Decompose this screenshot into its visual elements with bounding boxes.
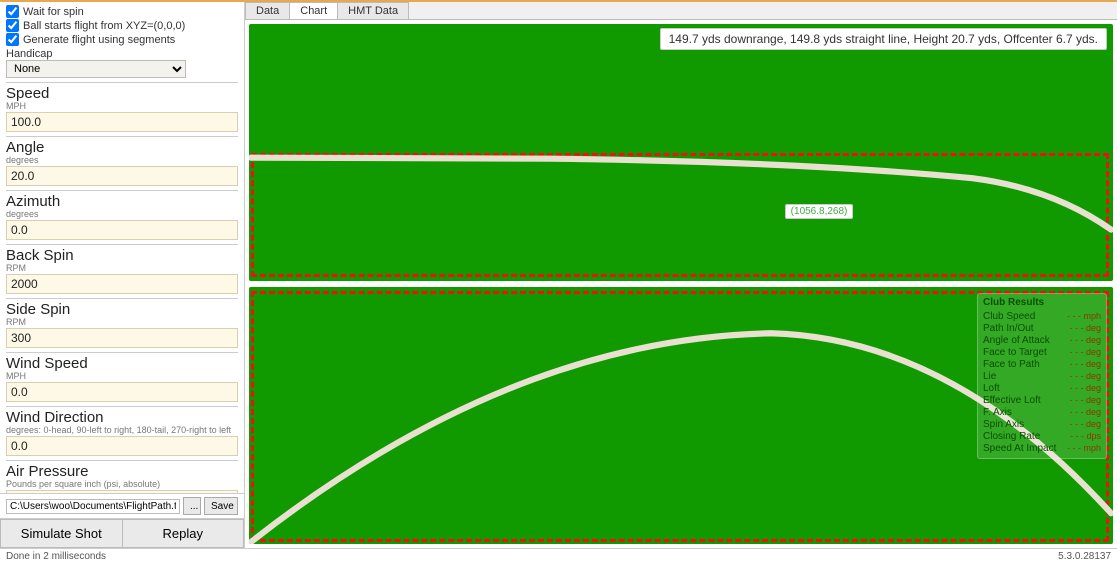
- speed-label: Speed: [6, 85, 238, 102]
- checkbox-wait-for-spin-label: Wait for spin: [23, 6, 84, 18]
- club-result-value: - - - deg: [1069, 335, 1101, 345]
- handicap-select[interactable]: None: [6, 60, 186, 78]
- top-chart-frame: [251, 153, 1109, 278]
- club-result-row: Club Speed - - - mph: [983, 311, 1101, 322]
- air-pressure-unit: Pounds per square inch (psi, absolute): [6, 479, 238, 489]
- checkbox-wait-for-spin[interactable]: Wait for spin: [6, 5, 238, 18]
- club-result-row: Face to Path - - - deg: [983, 359, 1101, 370]
- side-spin-input[interactable]: [6, 328, 238, 348]
- club-result-row: F. Axis - - - deg: [983, 407, 1101, 418]
- club-result-value: - - - mph: [1067, 311, 1101, 321]
- chart-top-view: 149.7 yds downrange, 149.8 yds straight …: [249, 24, 1113, 281]
- handicap-label: Handicap: [6, 48, 238, 60]
- club-result-row: Effective Loft - - - deg: [983, 395, 1101, 406]
- back-spin-label: Back Spin: [6, 247, 238, 264]
- checkbox-ball-starts-label: Ball starts flight from XYZ=(0,0,0): [23, 20, 185, 32]
- club-result-row: Face to Target - - - deg: [983, 347, 1101, 358]
- status-right: 5.3.0.28137: [1058, 551, 1111, 562]
- status-left: Done in 2 milliseconds: [6, 551, 106, 562]
- wind-speed-unit: MPH: [6, 371, 238, 381]
- back-spin-unit: RPM: [6, 263, 238, 273]
- club-result-label: Angle of Attack: [983, 335, 1050, 346]
- status-bar: Done in 2 milliseconds 5.3.0.28137: [0, 548, 1117, 564]
- browse-button[interactable]: ...: [183, 497, 201, 515]
- flightpath-file-input[interactable]: [6, 499, 180, 514]
- replay-button[interactable]: Replay: [123, 519, 245, 548]
- tab-chart[interactable]: Chart: [289, 2, 338, 19]
- club-result-row: Speed At Impact - - - mph: [983, 443, 1101, 454]
- chart-area: 149.7 yds downrange, 149.8 yds straight …: [245, 20, 1117, 548]
- checkbox-gen-segments[interactable]: Generate flight using segments: [6, 33, 238, 46]
- club-result-label: Face to Target: [983, 347, 1047, 358]
- flight-summary-banner: 149.7 yds downrange, 149.8 yds straight …: [660, 28, 1107, 50]
- angle-input[interactable]: [6, 166, 238, 186]
- club-result-value: - - - dps: [1070, 431, 1101, 441]
- wind-direction-label: Wind Direction: [6, 409, 238, 426]
- club-result-label: Spin Axis: [983, 419, 1024, 430]
- club-result-value: - - - mph: [1067, 443, 1101, 453]
- club-result-label: Path In/Out: [983, 323, 1034, 334]
- tabs-row: DataChartHMT Data: [245, 2, 1117, 20]
- club-result-label: Loft: [983, 383, 1000, 394]
- wind-direction-input[interactable]: [6, 436, 238, 456]
- club-result-value: - - - deg: [1069, 323, 1101, 333]
- side-spin-unit: RPM: [6, 317, 238, 327]
- azimuth-unit: degrees: [6, 209, 238, 219]
- azimuth-label: Azimuth: [6, 193, 238, 210]
- checkbox-ball-starts-input[interactable]: [6, 19, 19, 32]
- checkbox-gen-segments-label: Generate flight using segments: [23, 34, 175, 46]
- tab-data[interactable]: Data: [245, 2, 290, 19]
- air-pressure-label: Air Pressure: [6, 463, 238, 480]
- checkbox-wait-for-spin-input[interactable]: [6, 5, 19, 18]
- checkbox-gen-segments-input[interactable]: [6, 33, 19, 46]
- club-result-label: Effective Loft: [983, 395, 1041, 406]
- club-result-value: - - - deg: [1069, 383, 1101, 393]
- ball-path-top: [249, 24, 1113, 281]
- speed-input[interactable]: [6, 112, 238, 132]
- club-result-label: Closing Rate: [983, 431, 1040, 442]
- club-result-row: Path In/Out - - - deg: [983, 323, 1101, 334]
- wind-direction-unit: degrees: 0-head, 90-left to right, 180-t…: [6, 425, 238, 435]
- side-spin-label: Side Spin: [6, 301, 238, 318]
- club-result-row: Closing Rate - - - dps: [983, 431, 1101, 442]
- sidebar: Wait for spin Ball starts flight from XY…: [0, 2, 245, 548]
- angle-label: Angle: [6, 139, 238, 156]
- club-result-value: - - - deg: [1069, 371, 1101, 381]
- club-results-title: Club Results: [983, 297, 1101, 308]
- club-result-row: Lie - - - deg: [983, 371, 1101, 382]
- club-result-label: F. Axis: [983, 407, 1012, 418]
- save-button[interactable]: Save: [204, 497, 238, 515]
- club-results-panel: Club Results Club Speed - - - mph Path In/…: [977, 293, 1107, 459]
- azimuth-input[interactable]: [6, 220, 238, 240]
- wind-speed-input[interactable]: [6, 382, 238, 402]
- angle-unit: degrees: [6, 155, 238, 165]
- speed-unit: MPH: [6, 101, 238, 111]
- club-result-value: - - - deg: [1069, 395, 1101, 405]
- club-result-value: - - - deg: [1069, 407, 1101, 417]
- cursor-coordinate-tooltip: (1056.8,268): [785, 204, 854, 219]
- club-result-row: Angle of Attack - - - deg: [983, 335, 1101, 346]
- club-result-label: Lie: [983, 371, 996, 382]
- club-result-value: - - - deg: [1069, 347, 1101, 357]
- chart-side-view: Club Results Club Speed - - - mph Path In/…: [249, 287, 1113, 544]
- back-spin-input[interactable]: [6, 274, 238, 294]
- club-result-value: - - - deg: [1069, 419, 1101, 429]
- club-result-value: - - - deg: [1069, 359, 1101, 369]
- club-result-label: Face to Path: [983, 359, 1040, 370]
- simulate-shot-button[interactable]: Simulate Shot: [0, 519, 123, 548]
- checkbox-ball-starts[interactable]: Ball starts flight from XYZ=(0,0,0): [6, 19, 238, 32]
- club-result-row: Spin Axis - - - deg: [983, 419, 1101, 430]
- club-result-label: Club Speed: [983, 311, 1035, 322]
- tab-hmt-data[interactable]: HMT Data: [337, 2, 409, 19]
- main-panel: DataChartHMT Data 149.7 yds downrange, 1…: [245, 2, 1117, 548]
- wind-speed-label: Wind Speed: [6, 355, 238, 372]
- club-result-row: Loft - - - deg: [983, 383, 1101, 394]
- club-result-label: Speed At Impact: [983, 443, 1056, 454]
